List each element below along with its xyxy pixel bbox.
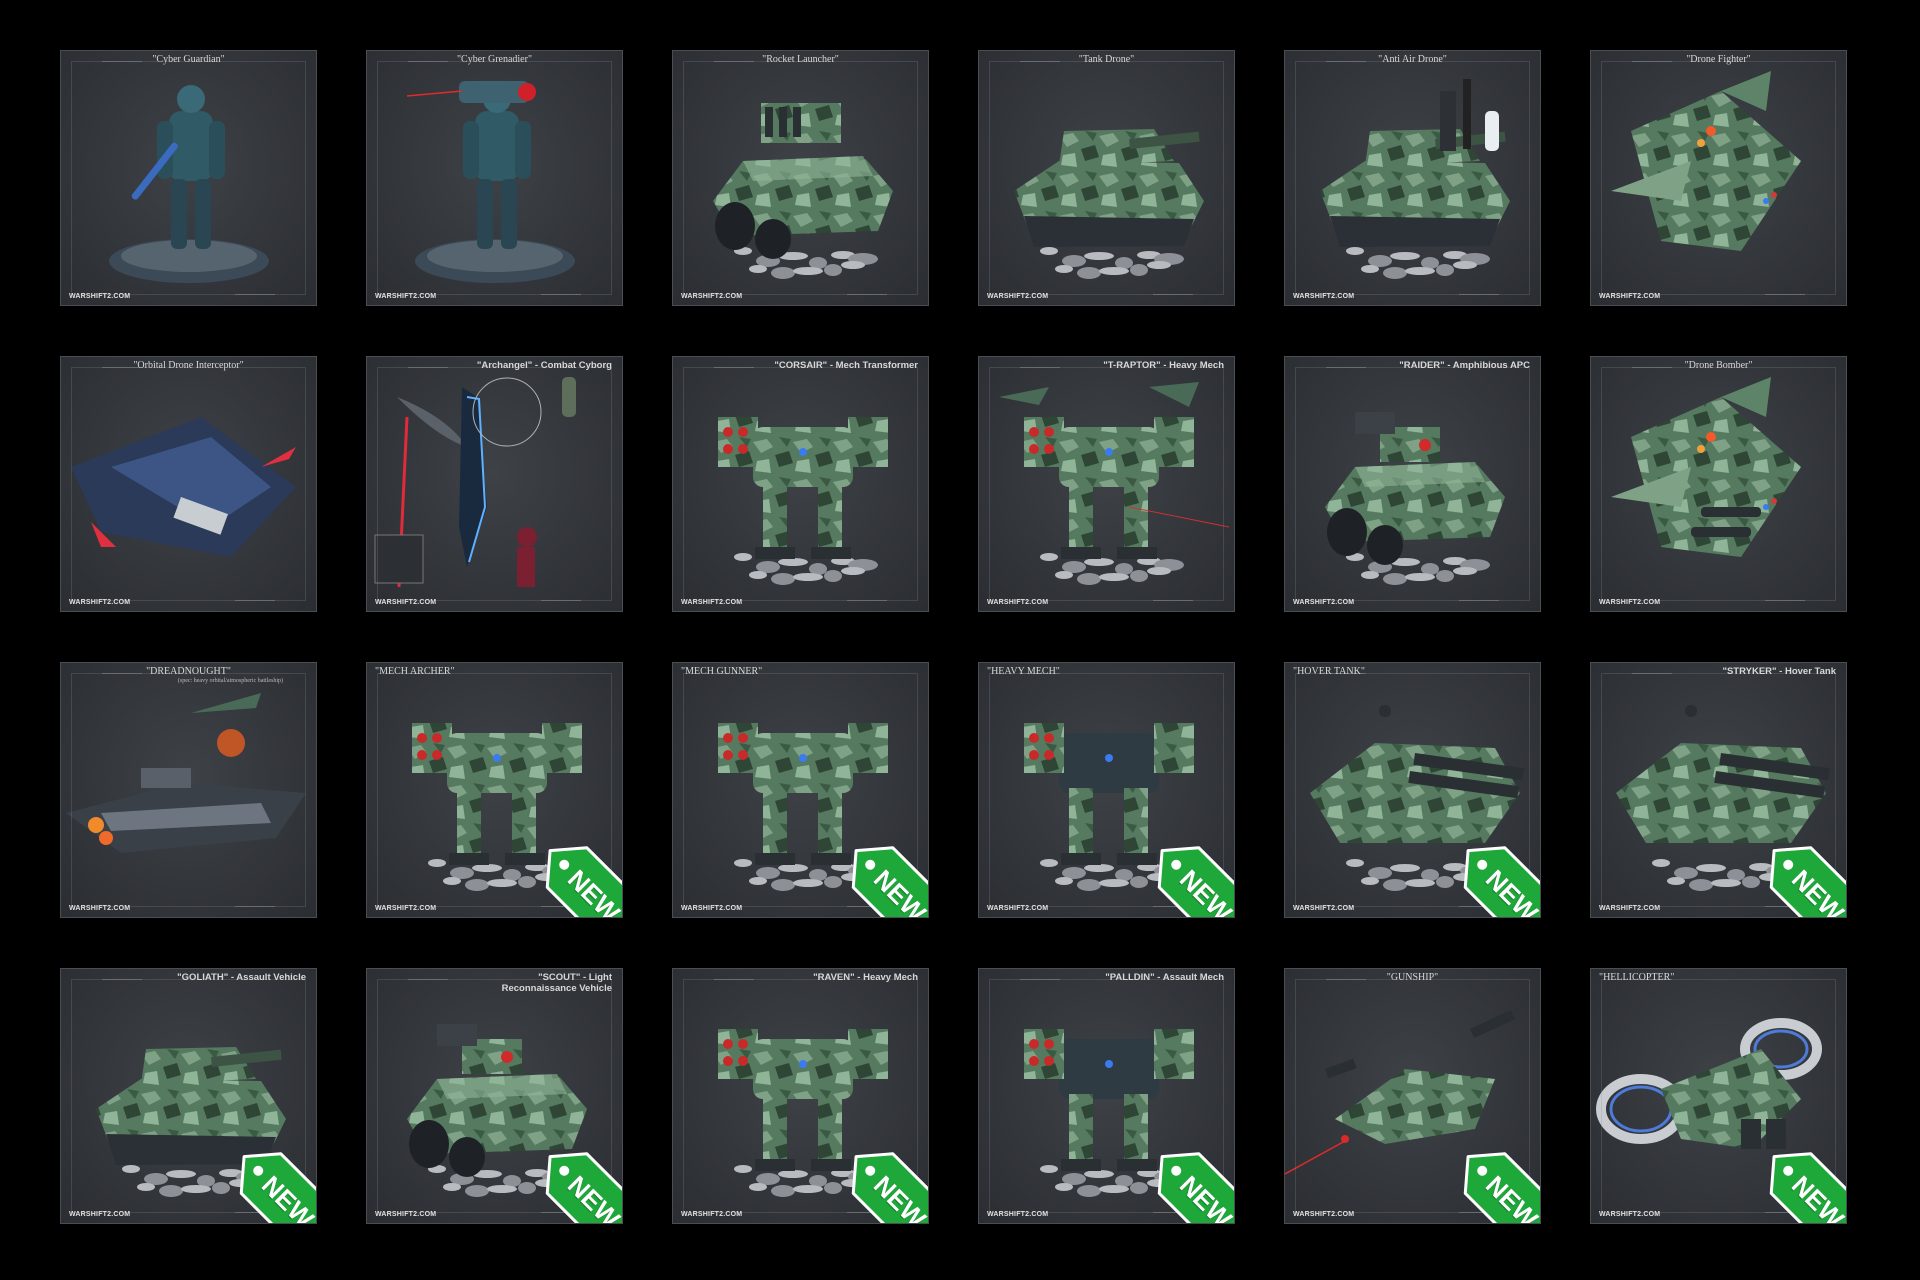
gallery-card[interactable]: "HELLICOPTER" WARSHIFT2.COM NEW <box>1590 968 1847 1224</box>
watermark: WARSHIFT2.COM <box>375 599 437 606</box>
watermark: WARSHIFT2.COM <box>1599 293 1661 300</box>
card-title: "STRYKER" - Hover Tank <box>1722 666 1836 677</box>
gallery-card[interactable]: "Cyber Guardian" WARSHIFT2.COM <box>60 50 317 306</box>
card-title: "SCOUT" - Light Reconnaissance Vehicle <box>501 972 612 994</box>
watermark: WARSHIFT2.COM <box>375 1211 437 1218</box>
card-title: "T-RAPTOR" - Heavy Mech <box>1103 360 1224 371</box>
gallery-card[interactable]: "Rocket Launcher" WARSHIFT2.COM <box>672 50 929 306</box>
gallery-card[interactable]: "PALLDIN" - Assault Mech WARSHIFT2.COM NE… <box>978 968 1235 1224</box>
card-title: "RAVEN" - Heavy Mech <box>813 972 918 983</box>
gallery-card[interactable]: "Anti Air Drone" WARSHIFT2.COM <box>1284 50 1541 306</box>
watermark: WARSHIFT2.COM <box>69 599 131 606</box>
card-title: "Drone Bomber" <box>1684 360 1753 371</box>
asset-gallery-grid: "Cyber Guardian" WARSHIFT2.COM "Cyber Gre… <box>0 0 1920 1280</box>
watermark: WARSHIFT2.COM <box>987 293 1049 300</box>
card-title: "Cyber Guardian" <box>152 54 225 65</box>
card-frame <box>377 61 612 295</box>
gallery-card[interactable]: "GOLIATH" - Assault Vehicle WARSHIFT2.COM… <box>60 968 317 1224</box>
gallery-card[interactable]: "HOVER TANK" WARSHIFT2.COM NEW <box>1284 662 1541 918</box>
card-title: "GUNSHIP" <box>1386 972 1439 983</box>
watermark: WARSHIFT2.COM <box>1599 599 1661 606</box>
watermark: WARSHIFT2.COM <box>69 905 131 912</box>
card-title: "Orbital Drone Interceptor" <box>133 360 244 371</box>
watermark: WARSHIFT2.COM <box>1599 1211 1661 1218</box>
watermark: WARSHIFT2.COM <box>987 905 1049 912</box>
card-subtitle: (spec: heavy orbital/atmospheric battles… <box>177 678 284 684</box>
card-frame <box>1601 367 1836 601</box>
card-title: "Drone Fighter" <box>1686 54 1751 65</box>
gallery-card[interactable]: "Drone Bomber" WARSHIFT2.COM <box>1590 356 1847 612</box>
card-title: "HOVER TANK" <box>1293 666 1365 677</box>
watermark: WARSHIFT2.COM <box>1293 1211 1355 1218</box>
card-title: "HELLICOPTER" <box>1599 972 1675 983</box>
card-frame <box>989 367 1224 601</box>
watermark: WARSHIFT2.COM <box>1293 293 1355 300</box>
card-frame <box>1295 61 1530 295</box>
gallery-card[interactable]: "Orbital Drone Interceptor" WARSHIFT2.COM <box>60 356 317 612</box>
gallery-card[interactable]: "GUNSHIP" WARSHIFT2.COM NEW <box>1284 968 1541 1224</box>
card-frame <box>1295 367 1530 601</box>
card-title: "Anti Air Drone" <box>1378 54 1447 65</box>
card-title: "RAIDER" - Amphibious APC <box>1399 360 1530 371</box>
watermark: WARSHIFT2.COM <box>681 599 743 606</box>
watermark: WARSHIFT2.COM <box>375 293 437 300</box>
watermark: WARSHIFT2.COM <box>69 1211 131 1218</box>
card-title: "MECH ARCHER" <box>375 666 455 677</box>
card-frame <box>71 61 306 295</box>
watermark: WARSHIFT2.COM <box>1599 905 1661 912</box>
gallery-card[interactable]: "CORSAIR" - Mech Transformer WARSHIFT2.CO… <box>672 356 929 612</box>
watermark: WARSHIFT2.COM <box>375 905 437 912</box>
watermark: WARSHIFT2.COM <box>987 599 1049 606</box>
card-title: "DREADNOUGHT" <box>146 666 231 677</box>
card-frame <box>71 673 306 907</box>
gallery-card[interactable]: "RAIDER" - Amphibious APC WARSHIFT2.COM <box>1284 356 1541 612</box>
gallery-card[interactable]: "Archangel" - Combat Cyborg WARSHIFT2.COM <box>366 356 623 612</box>
card-title: "MECH GUNNER" <box>681 666 763 677</box>
card-title: "GOLIATH" - Assault Vehicle <box>177 972 306 983</box>
card-frame <box>71 367 306 601</box>
card-frame <box>1601 61 1836 295</box>
card-title: "Cyber Grenadier" <box>456 54 533 65</box>
card-title: "Rocket Launcher" <box>762 54 839 65</box>
watermark: WARSHIFT2.COM <box>1293 905 1355 912</box>
card-frame <box>377 367 612 601</box>
card-title: "PALLDIN" - Assault Mech <box>1105 972 1224 983</box>
gallery-card[interactable]: "STRYKER" - Hover Tank WARSHIFT2.COM NEW <box>1590 662 1847 918</box>
card-title: "CORSAIR" - Mech Transformer <box>774 360 918 371</box>
card-frame <box>989 61 1224 295</box>
gallery-card[interactable]: "DREADNOUGHT" (spec: heavy orbital/atmosp… <box>60 662 317 918</box>
card-title: "HEAVY MECH" <box>987 666 1060 677</box>
gallery-card[interactable]: "Drone Fighter" WARSHIFT2.COM <box>1590 50 1847 306</box>
watermark: WARSHIFT2.COM <box>1293 599 1355 606</box>
gallery-card[interactable]: "Cyber Grenadier" WARSHIFT2.COM <box>366 50 623 306</box>
watermark: WARSHIFT2.COM <box>681 1211 743 1218</box>
watermark: WARSHIFT2.COM <box>681 293 743 300</box>
gallery-card[interactable]: "Tank Drone" WARSHIFT2.COM <box>978 50 1235 306</box>
card-frame <box>683 61 918 295</box>
card-frame <box>683 367 918 601</box>
card-title: "Tank Drone" <box>1078 54 1135 65</box>
gallery-card[interactable]: "HEAVY MECH" WARSHIFT2.COM NEW <box>978 662 1235 918</box>
gallery-card[interactable]: "MECH ARCHER" WARSHIFT2.COM NEW <box>366 662 623 918</box>
watermark: WARSHIFT2.COM <box>987 1211 1049 1218</box>
gallery-card[interactable]: "RAVEN" - Heavy Mech WARSHIFT2.COM NEW <box>672 968 929 1224</box>
gallery-card[interactable]: "SCOUT" - Light Reconnaissance Vehicle WA… <box>366 968 623 1224</box>
watermark: WARSHIFT2.COM <box>681 905 743 912</box>
card-title: "Archangel" - Combat Cyborg <box>476 360 612 371</box>
watermark: WARSHIFT2.COM <box>69 293 131 300</box>
gallery-card[interactable]: "T-RAPTOR" - Heavy Mech WARSHIFT2.COM <box>978 356 1235 612</box>
gallery-card[interactable]: "MECH GUNNER" WARSHIFT2.COM NEW <box>672 662 929 918</box>
